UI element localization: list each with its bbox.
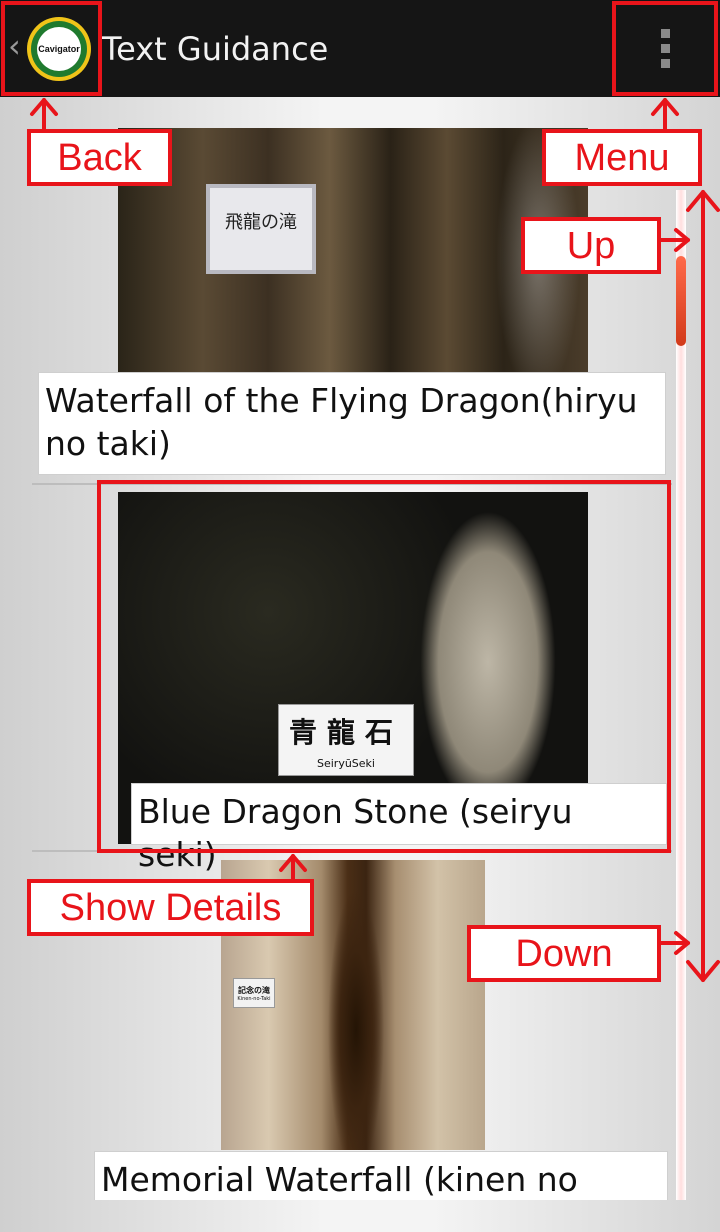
sign-text: 記念の滝: [238, 985, 270, 995]
back-annotation-label: Back: [27, 129, 172, 186]
show-details-highlight: [97, 480, 671, 853]
down-annotation-label: Down: [467, 925, 661, 982]
scrollbar-thumb[interactable]: [676, 256, 686, 346]
menu-annotation-label: Menu: [542, 129, 702, 186]
show-details-annotation-label: Show Details: [27, 879, 314, 936]
sign-image: 記念の滝 Kinen-no-Taki: [233, 978, 275, 1008]
page-title: Text Guidance: [102, 30, 329, 68]
list-item-label[interactable]: Waterfall of the Flying Dragon(hiryu no …: [38, 372, 666, 475]
list-item-label[interactable]: Memorial Waterfall (kinen no taki): [94, 1151, 668, 1200]
list-item-image[interactable]: 飛龍の滝: [118, 128, 588, 374]
sign-image: 飛龍の滝: [206, 184, 316, 274]
menu-highlight: [612, 1, 718, 96]
back-highlight: [1, 1, 102, 96]
up-annotation-label: Up: [521, 217, 661, 274]
sign-subtext: Kinen-no-Taki: [237, 995, 271, 1002]
